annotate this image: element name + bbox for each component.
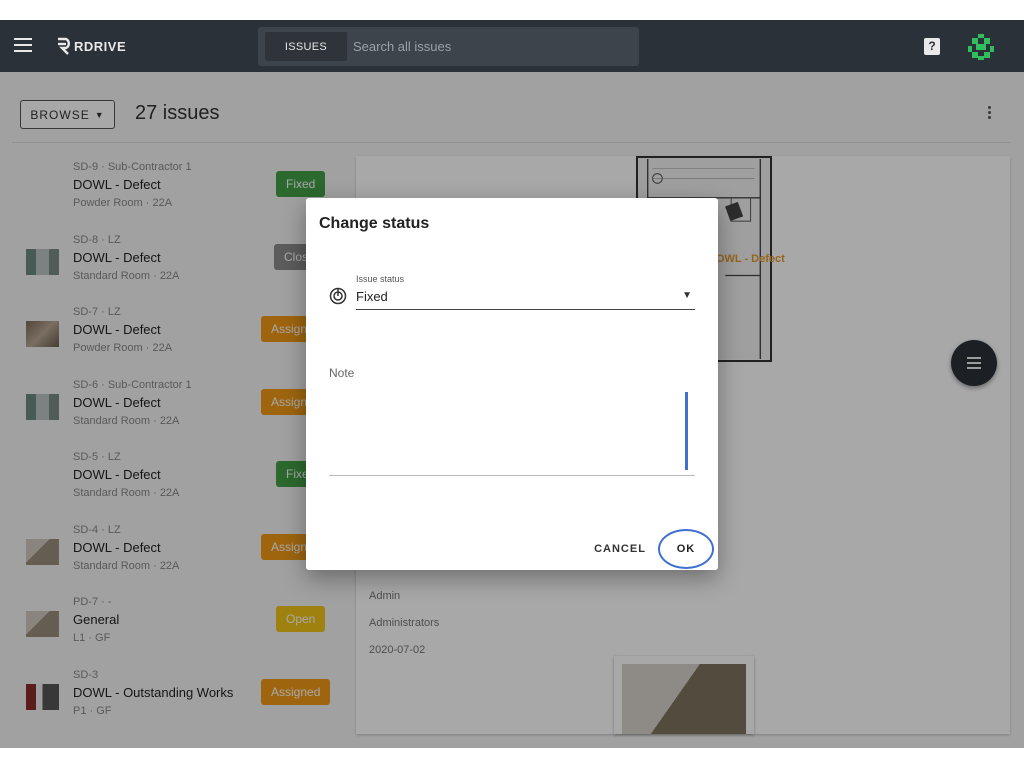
top-bar: RDRIVE ISSUES ? [0,20,1024,72]
hamburger-menu-icon[interactable] [14,38,32,52]
cancel-button[interactable]: CANCEL [588,538,652,560]
text-cursor [685,392,688,470]
issue-status-value: Fixed [356,289,388,304]
issue-status-label: Issue status [356,274,405,284]
search-bar: ISSUES [258,27,639,66]
change-status-dialog: Change status Issue status Fixed ▼ Note … [306,198,718,570]
app-frame: RDRIVE ISSUES ? BROWSE ▼ 27 issues SD-9 … [0,20,1024,748]
note-label: Note [329,366,355,380]
search-input[interactable] [353,32,633,61]
logo-text: RDRIVE [74,38,127,54]
status-icon [329,287,347,305]
logo-icon [58,37,70,55]
dialog-title: Change status [319,215,430,232]
note-textarea[interactable] [329,388,695,476]
issue-status-select[interactable]: Fixed ▼ [356,286,695,310]
ok-button[interactable]: OK [658,529,714,569]
search-scope-chip[interactable]: ISSUES [265,32,347,61]
app-logo[interactable]: RDRIVE [56,36,126,56]
avatar[interactable] [968,34,994,60]
caret-down-icon: ▼ [682,290,692,301]
help-icon[interactable]: ? [924,38,940,55]
